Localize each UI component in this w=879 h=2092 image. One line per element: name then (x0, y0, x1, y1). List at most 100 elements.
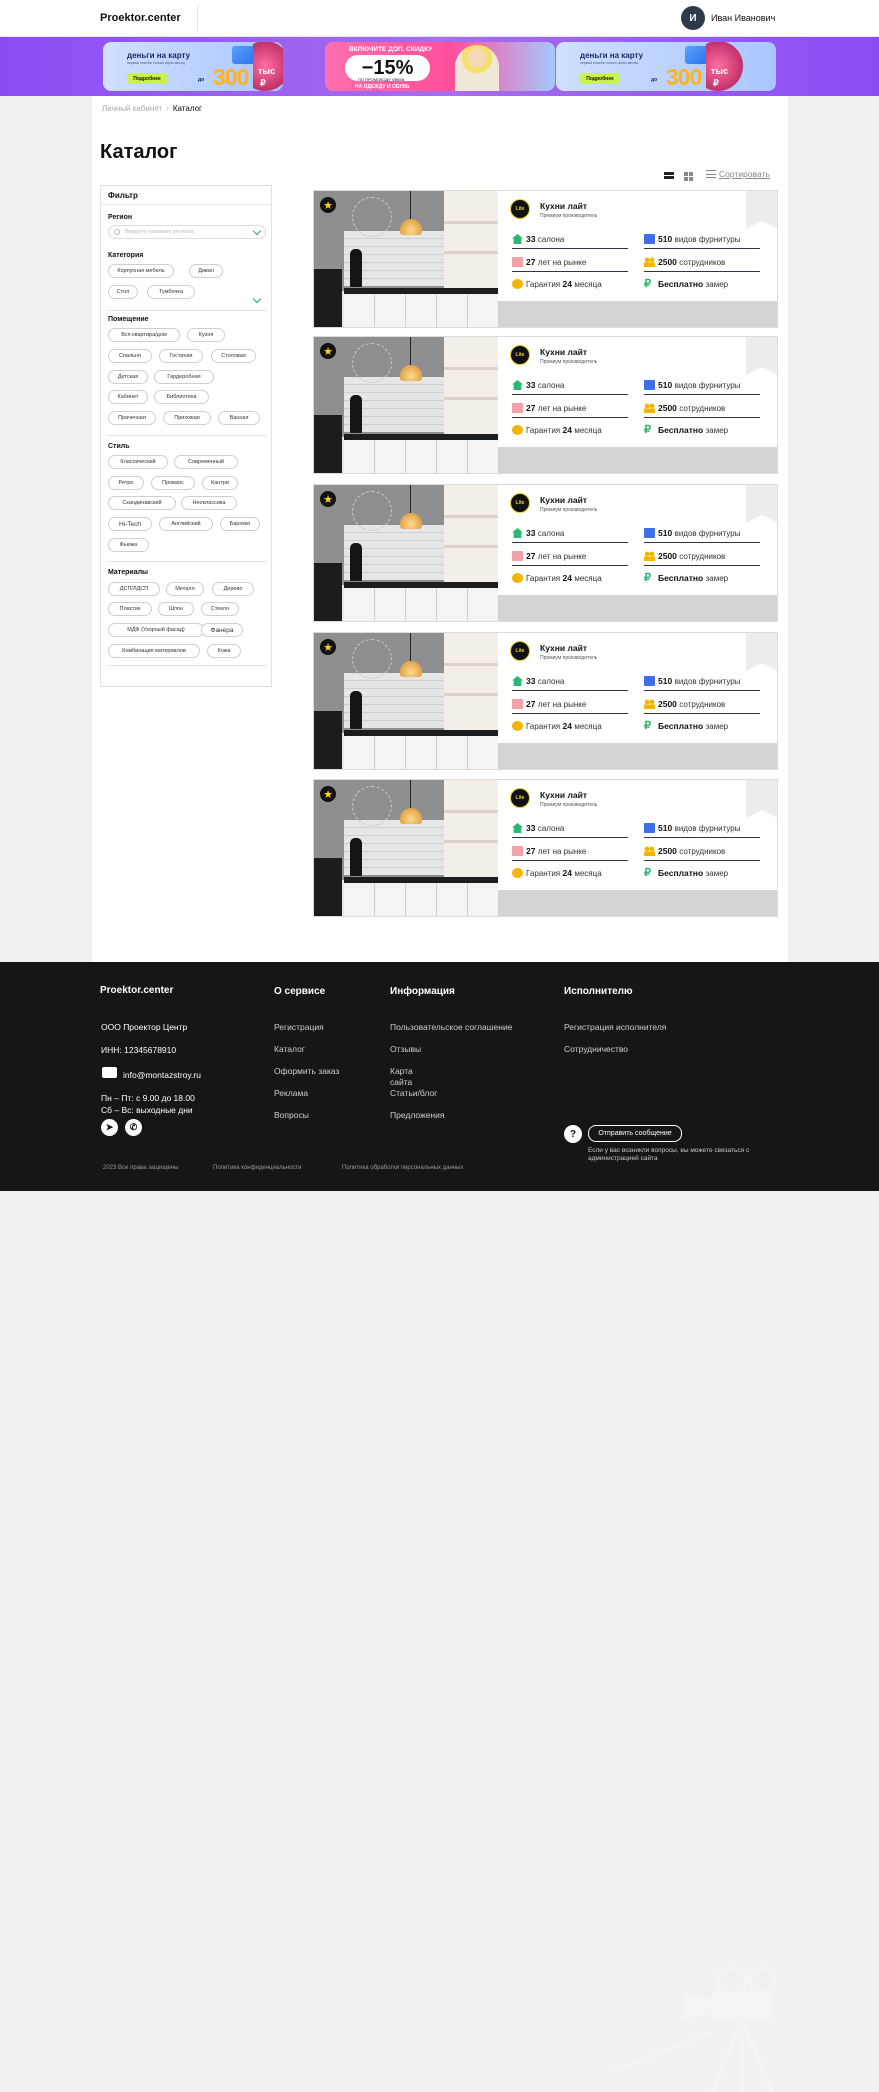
model-photo (455, 45, 499, 91)
filter-chip-style[interactable]: Прованс (151, 476, 195, 490)
telegram-icon[interactable]: ➤ (101, 1119, 118, 1136)
catalog-card[interactable]: ★ Lite Кухни лайт Премиум производитель … (313, 632, 778, 770)
personal-data-link[interactable]: Политика обработки персональных данных (342, 1165, 463, 1171)
favorite-star-icon[interactable]: ★ (320, 786, 336, 802)
filter-chip-material[interactable]: Кожа (207, 644, 241, 658)
bookmark-icon[interactable] (746, 633, 777, 671)
filter-chip-room[interactable]: Прачечная (108, 411, 156, 425)
privacy-link[interactable]: Политика конфиденциальности (213, 1165, 302, 1171)
filter-chip-category[interactable]: Стол (108, 285, 138, 299)
filter-chip-style[interactable]: Неоклассика (181, 496, 237, 510)
user-name[interactable]: Иван Иванович (711, 13, 775, 23)
stat-value: 2500 (658, 257, 677, 267)
filter-chip-room[interactable]: Гостиная (159, 349, 203, 363)
site-logo[interactable]: Proektor.center (100, 12, 181, 24)
filter-chip-material[interactable]: Пластик (108, 602, 152, 616)
filter-chip-room[interactable]: Спальня (108, 349, 152, 363)
ad-card-loan-2[interactable]: деньги на карту первый платёж только чер… (556, 42, 776, 91)
catalog-card[interactable]: ★ Lite Кухни лайт Премиум производитель … (313, 336, 778, 474)
filter-chip-room[interactable]: Прихожая (163, 411, 211, 425)
catalog-card[interactable]: ★ Lite Кухни лайт Премиум производитель … (313, 779, 778, 917)
kitchen-photo[interactable]: ★ (314, 633, 498, 769)
filter-chip-style[interactable]: Hi-Tech (108, 517, 152, 531)
send-message-button[interactable]: Отправить сообщение (588, 1125, 682, 1142)
filter-chip-style[interactable]: Скандинавский (108, 496, 176, 510)
bookmark-icon[interactable] (746, 337, 777, 375)
footer-logo[interactable]: Proektor.center (100, 985, 173, 996)
footer-link[interactable]: Регистрация исполнителя (564, 1022, 666, 1032)
bookmark-icon[interactable] (746, 191, 777, 229)
filter-chip-room[interactable]: Ванная (218, 411, 260, 425)
company-name[interactable]: Кухни лайт (540, 643, 587, 653)
filter-chip-style[interactable]: Барокко (220, 517, 260, 531)
filter-chip-material[interactable]: ДСП/ЛДСП (108, 582, 160, 596)
whatsapp-icon[interactable]: ✆ (125, 1119, 142, 1136)
filter-chip-room[interactable]: Вся квартира/дом (108, 328, 180, 342)
kitchen-photo[interactable]: ★ (314, 485, 498, 621)
favorite-star-icon[interactable]: ★ (320, 197, 336, 213)
filter-chip-material[interactable]: Стекло (201, 602, 239, 616)
filter-chip-room[interactable]: Столовая (211, 349, 256, 363)
footer-link[interactable]: Статьи/блог (390, 1088, 437, 1098)
filter-chip-style[interactable]: Фьюжн (108, 538, 149, 552)
chevron-down-icon[interactable] (252, 294, 262, 304)
list-view-icon[interactable] (664, 172, 674, 180)
catalog-card[interactable]: ★ Lite Кухни лайт Премиум производитель … (313, 484, 778, 622)
catalog-card[interactable]: ★ Lite Кухни лайт Премиум производитель … (313, 190, 778, 328)
filter-chip-category[interactable]: Корпусная мебель (108, 264, 174, 278)
bookmark-icon[interactable] (746, 780, 777, 818)
kitchen-photo[interactable]: ★ (314, 337, 498, 473)
footer-link[interactable]: Карта сайта (390, 1066, 430, 1088)
footer-link[interactable]: Оформить заказ (274, 1066, 339, 1076)
kitchen-photo[interactable]: ★ (314, 780, 498, 916)
filter-chip-room[interactable]: Детская (108, 370, 148, 384)
stat-text: салона (537, 529, 565, 538)
ad-card-discount[interactable]: ВКЛЮЧИТЕ ДОП. СКИДКУ −15% ПО ПРОМОКОДУ V… (325, 42, 555, 91)
filter-chip-style[interactable]: Классический (108, 455, 168, 469)
company-name[interactable]: Кухни лайт (540, 790, 587, 800)
footer-service-title: О сервисе (274, 986, 326, 997)
filter-chip-material[interactable]: Фанера (201, 623, 243, 637)
filter-chip-material[interactable]: МДФ (Узорный фасад) (108, 623, 204, 637)
filter-chip-style[interactable]: Кантри (202, 476, 238, 490)
filter-chip-room[interactable]: Кухня (187, 328, 225, 342)
filter-chip-style[interactable]: Английский (159, 517, 213, 531)
company-name[interactable]: Кухни лайт (540, 201, 587, 211)
bookmark-icon[interactable] (746, 485, 777, 523)
filter-chip-material[interactable]: Металл (166, 582, 204, 596)
footer-link[interactable]: Отзывы (390, 1044, 421, 1054)
filter-chip-style[interactable]: Ретро (108, 476, 144, 490)
footer-link[interactable]: Пользовательское соглашение (390, 1022, 512, 1032)
user-avatar[interactable]: И (681, 6, 705, 30)
company-name[interactable]: Кухни лайт (540, 495, 587, 505)
region-search-input[interactable]: Введите название региона (108, 225, 266, 239)
footer-email[interactable]: info@montazstroy.ru (123, 1070, 201, 1080)
filter-chip-category[interactable]: Диван (189, 264, 223, 278)
filter-chip-material[interactable]: Комбинация материалов (108, 644, 200, 658)
favorite-star-icon[interactable]: ★ (320, 343, 336, 359)
breadcrumb-parent[interactable]: Личный кабинет (102, 104, 162, 113)
kitchen-photo[interactable]: ★ (314, 191, 498, 327)
company-name[interactable]: Кухни лайт (540, 347, 587, 357)
favorite-star-icon[interactable]: ★ (320, 491, 336, 507)
footer-link[interactable]: Реклама (274, 1088, 308, 1098)
footer-link[interactable]: Сотрудничество (564, 1044, 628, 1054)
sort-button[interactable]: Сортировать (706, 169, 770, 179)
calendar-icon (512, 403, 523, 413)
filter-chip-room[interactable]: Гардеробная (154, 370, 214, 384)
footer-link[interactable]: Регистрация (274, 1022, 324, 1032)
favorite-star-icon[interactable]: ★ (320, 639, 336, 655)
filter-chip-material[interactable]: Дерево (212, 582, 254, 596)
footer-link[interactable]: Каталог (274, 1044, 305, 1054)
filter-chip-material[interactable]: Шпон (158, 602, 194, 616)
ad-card-loan-1[interactable]: деньги на карту первый платёж только чер… (103, 42, 283, 91)
filter-chip-category[interactable]: Тумбочка (147, 285, 195, 299)
filter-chip-room[interactable]: Кабинет (108, 390, 148, 404)
footer-link[interactable]: Предложения (390, 1110, 444, 1120)
ad-more-button[interactable]: Подробнее (580, 73, 620, 84)
ad-more-button[interactable]: Подробнее (127, 73, 167, 84)
grid-view-icon[interactable] (684, 172, 693, 181)
filter-chip-style[interactable]: Современный (174, 455, 238, 469)
filter-chip-room[interactable]: Библиотека (154, 390, 209, 404)
footer-link[interactable]: Вопросы (274, 1110, 309, 1120)
